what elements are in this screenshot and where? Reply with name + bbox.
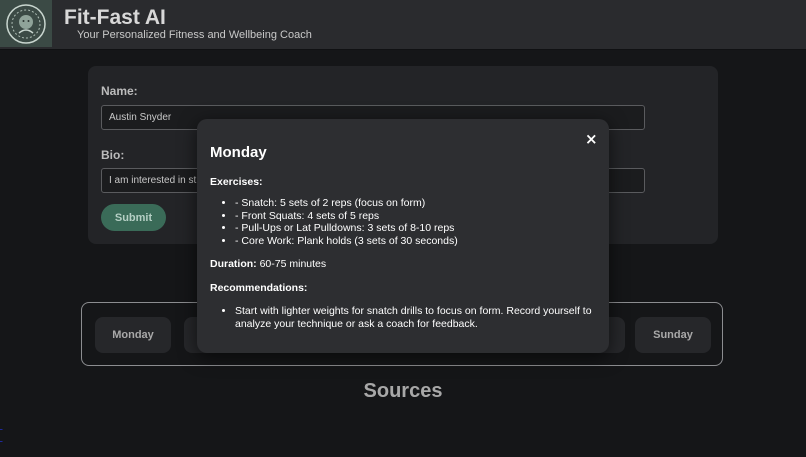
- duration-value: 60-75 minutes: [256, 258, 327, 270]
- bio-label: Bio:: [101, 148, 125, 162]
- day-plan-modal: × Monday Exercises: - Snatch: 5 sets of …: [197, 119, 609, 353]
- app-title: Fit-Fast AI: [64, 6, 166, 29]
- recommendation-list: Start with lighter weights for snatch dr…: [223, 305, 605, 330]
- day-button-monday[interactable]: Monday: [95, 317, 171, 353]
- duration-row: Duration: 60-75 minutes: [210, 258, 326, 270]
- submit-button[interactable]: Submit: [101, 204, 166, 231]
- app-header: Fit-Fast AI Your Personalized Fitness an…: [0, 0, 806, 50]
- list-item: - Pull-Ups or Lat Pulldowns: 3 sets of 8…: [235, 222, 458, 235]
- source-link-2[interactable]: [0, 432, 780, 442]
- sources-title: Sources: [363, 380, 443, 402]
- exercises-heading: Exercises:: [210, 176, 263, 188]
- source-link-1[interactable]: [0, 420, 590, 430]
- day-button-sunday[interactable]: Sunday: [635, 317, 711, 353]
- duration-label: Duration:: [210, 258, 257, 270]
- list-item: - Core Work: Plank holds (3 sets of 30 s…: [235, 235, 458, 248]
- list-item: Start with lighter weights for snatch dr…: [235, 305, 605, 330]
- close-icon[interactable]: ×: [585, 132, 598, 147]
- exercise-list: - Snatch: 5 sets of 2 reps (focus on for…: [223, 197, 458, 247]
- list-item: - Snatch: 5 sets of 2 reps (focus on for…: [235, 197, 458, 210]
- modal-title: Monday: [210, 144, 267, 161]
- app-subtitle: Your Personalized Fitness and Wellbeing …: [77, 29, 312, 41]
- list-item: - Front Squats: 4 sets of 5 reps: [235, 210, 458, 223]
- lion-crest-icon: [0, 0, 52, 47]
- name-label: Name:: [101, 84, 138, 98]
- recommendations-heading: Recommendations:: [210, 282, 308, 294]
